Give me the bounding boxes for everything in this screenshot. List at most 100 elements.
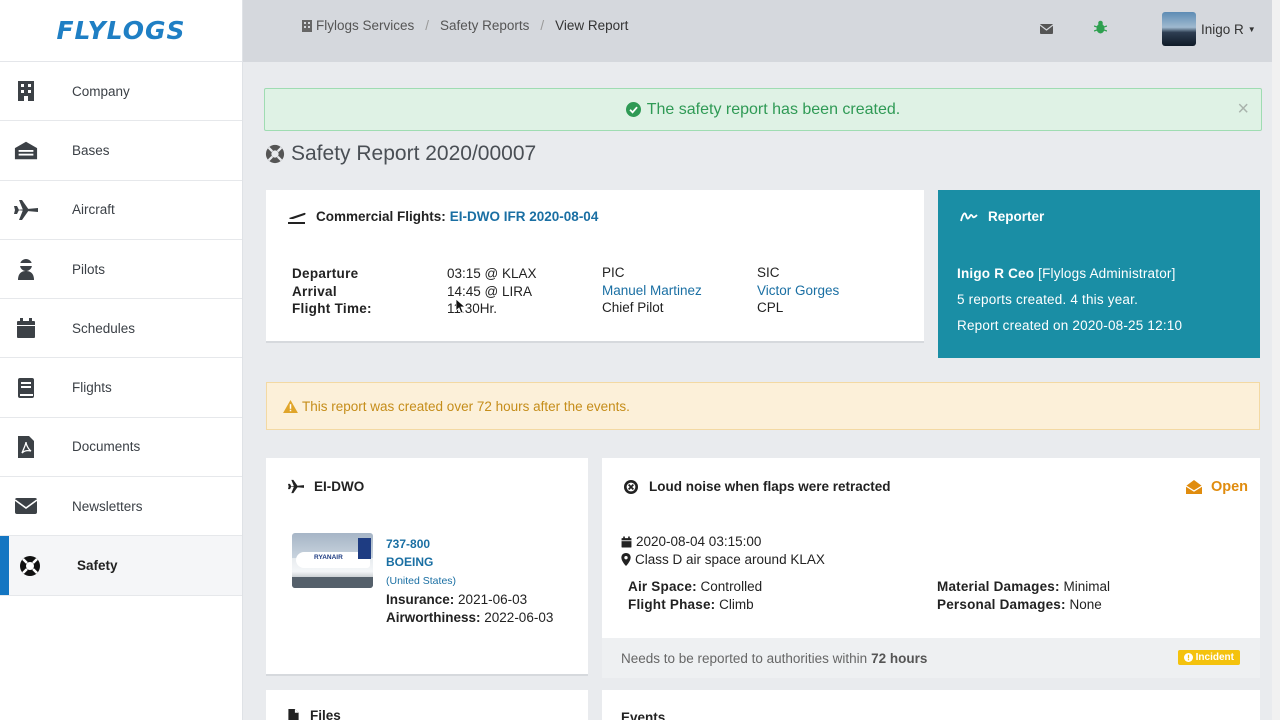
event-status[interactable]: Open [1185,479,1248,495]
sidebar-item-pilots[interactable]: Pilots [0,240,242,300]
reporter-card: Reporter Inigo R Ceo [Flylogs Administra… [938,190,1260,358]
breadcrumb: Flylogs Services / Safety Reports / View… [302,18,628,33]
event-datetime: 2020-08-04 03:15:00 [636,534,762,549]
bug-icon[interactable] [1093,20,1108,39]
plane-icon [288,479,304,494]
event-details-left: Air Space: Controlled Flight Phase: Clim… [628,578,762,613]
building-icon [14,79,38,103]
warning-icon [283,399,298,413]
file-icon [288,709,299,720]
aircraft-model-link[interactable]: 737-800 [386,535,576,553]
flight-phase-row: Flight Phase: Climb [628,596,762,614]
aircraft-card-header: EI-DWO [288,479,364,494]
page-title: Safety Report 2020/00007 [265,142,536,166]
air-space-row: Air Space: Controlled [628,578,762,596]
reporting-deadline-hours: 72 hours [871,650,928,666]
breadcrumb-link-safety-reports[interactable]: Safety Reports [440,18,529,33]
arrival-label: Arrival [292,283,337,299]
calendar-icon [14,316,38,340]
files-title: Files [310,708,341,720]
mail-icon[interactable] [1039,21,1054,39]
sic-role: CPL [757,300,784,315]
files-card-header: Files [288,708,341,720]
sidebar-item-safety[interactable]: Safety [0,536,242,596]
material-damages-label: Material Damages: [937,579,1060,594]
flight-phase-value: Climb [719,596,754,612]
material-damages-value: Minimal [1063,579,1110,594]
breadcrumb-separator: / [425,18,430,33]
success-message: The safety report has been created. [646,100,901,118]
book-icon [14,376,38,400]
page-title-text: Safety Report 2020/00007 [291,142,537,165]
reporter-name: Inigo R Ceo [957,266,1035,281]
event-location: Class D air space around KLAX [635,552,825,567]
air-space-label: Air Space: [628,579,697,594]
user-menu[interactable]: Inigo R ▼ [1162,12,1256,46]
incident-badge-text: Incident [1195,652,1234,663]
sidebar-item-aircraft[interactable]: Aircraft [0,181,242,240]
personal-damages-label: Personal Damages: [937,596,1066,612]
insurance-value: 2021-06-03 [458,592,528,607]
sidebar: FLYLOGS Company Bases Aircraft Pilots Sc… [0,0,243,720]
breadcrumb-link-services[interactable]: Flylogs Services [316,18,414,33]
air-space-value: Controlled [700,579,763,594]
aircraft-maker-link[interactable]: BOEING [386,553,576,571]
flight-label: Commercial Flights: [316,209,446,224]
topbar: Flylogs Services / Safety Reports / View… [243,0,1280,62]
sidebar-item-bases[interactable]: Bases [0,121,242,181]
airworthiness-label: Airworthiness: [386,609,481,625]
flight-time-label: Flight Time: [292,301,372,316]
sic-name-link[interactable]: Victor Gorges [757,282,839,300]
check-circle-icon [625,102,641,117]
calendar-icon [621,536,632,547]
flight-link[interactable]: EI-DWO IFR 2020-08-04 [450,209,599,224]
reporter-role: [Flylogs Administrator] [1038,266,1176,281]
insurance-label: Insurance: [386,592,455,607]
envelope-open-icon [1185,480,1202,494]
files-card: Files [266,690,588,720]
sidebar-item-company[interactable]: Company [0,62,242,122]
aircraft-country: (United States) [386,575,457,587]
warning-message: This report was created over 72 hours af… [302,398,630,414]
reporter-report-count: 5 reports created. 4 this year. [957,292,1139,307]
flight-phase-label: Flight Phase: [628,596,716,612]
event-status-text: Open [1210,479,1248,495]
hangar-icon [14,138,38,162]
success-alert: The safety report has been created. × [264,88,1262,131]
reporter-title: Reporter [988,209,1045,224]
livery-text: RYANAIR [314,554,343,561]
insurance-row: Insurance: 2021-06-03 [386,591,576,609]
close-alert-button[interactable]: × [1237,98,1249,121]
pdf-file-icon [14,435,38,459]
personal-damages-value: None [1069,596,1102,612]
reporter-header: Reporter [960,209,1044,224]
sidebar-item-schedules[interactable]: Schedules [0,299,242,359]
pic-block: PIC Manuel Martinez Chief Pilot [602,264,702,317]
signature-icon [960,212,978,221]
airworthiness-value: 2022-06-03 [484,609,554,625]
caret-down-icon: ▼ [1247,24,1256,34]
flight-labels: Departure Arrival Flight Time: [292,265,372,318]
scrollbar[interactable] [1272,0,1280,720]
departure-value: 03:15 @ KLAX [447,266,537,281]
sidebar-item-label: Safety [77,558,118,574]
sidebar-item-label: Bases [72,142,110,158]
aircraft-photo[interactable]: RYANAIR [292,533,373,588]
event-title: Loud noise when flaps were retracted [649,479,891,494]
app-logo[interactable]: FLYLOGS [0,0,242,62]
pilot-icon [14,257,38,281]
sidebar-item-flights[interactable]: Flights [0,358,242,418]
sidebar-item-label: Documents [72,439,141,455]
info-circle-icon [1183,653,1193,662]
mouse-cursor-icon [456,299,465,313]
map-marker-icon [621,553,631,566]
pic-name-link[interactable]: Manuel Martinez [602,282,702,300]
lifebuoy-icon [265,144,285,164]
sidebar-item-newsletters[interactable]: Newsletters [0,477,242,537]
late-report-warning: This report was created over 72 hours af… [266,382,1260,430]
breadcrumb-separator: / [540,18,545,33]
lifebuoy-icon [18,554,42,578]
sidebar-item-documents[interactable]: Documents [0,418,242,478]
pic-role: Chief Pilot [602,300,664,315]
incident-badge: Incident [1177,650,1240,665]
